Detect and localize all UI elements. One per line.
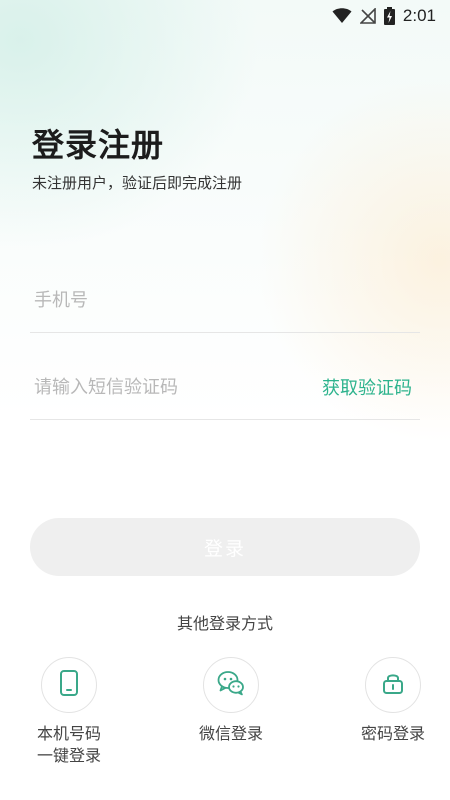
- one-click-login-icon-circle: [41, 657, 97, 713]
- wechat-login-label: 微信登录: [198, 724, 263, 743]
- sms-code-input[interactable]: [30, 375, 322, 399]
- no-signal-icon: [359, 8, 376, 24]
- login-button[interactable]: 登录: [30, 518, 420, 576]
- phone-field-row: [30, 268, 420, 333]
- page-subtitle: 未注册用户，验证后即完成注册: [32, 174, 243, 192]
- get-code-button[interactable]: 获取验证码: [322, 374, 420, 400]
- status-bar: 2:01: [332, 0, 450, 32]
- wechat-icon: [217, 670, 245, 700]
- one-click-login-label-line2: 一键登录: [36, 746, 101, 765]
- other-login-title: 其他登录方式: [176, 614, 273, 633]
- battery-charging-icon: [383, 7, 395, 25]
- lock-icon: [382, 671, 404, 699]
- password-login-button[interactable]: 密码登录: [338, 657, 448, 745]
- phone-input[interactable]: [30, 288, 420, 312]
- password-login-icon-circle: [365, 657, 421, 713]
- one-click-login-label-line1: 本机号码: [36, 724, 101, 743]
- one-click-login-label: 本机号码 一键登录: [37, 723, 101, 767]
- sms-code-row: 获取验证码: [30, 355, 420, 420]
- wifi-icon: [332, 8, 352, 24]
- wechat-login-button[interactable]: 微信登录: [176, 657, 286, 745]
- password-login-label: 密码登录: [360, 724, 425, 743]
- page-title: 登录注册: [32, 126, 165, 164]
- status-time: 2:01: [402, 6, 436, 25]
- one-click-login-button[interactable]: 本机号码 一键登录: [14, 657, 124, 767]
- wechat-login-icon-circle: [203, 657, 259, 713]
- phone-icon: [58, 670, 80, 700]
